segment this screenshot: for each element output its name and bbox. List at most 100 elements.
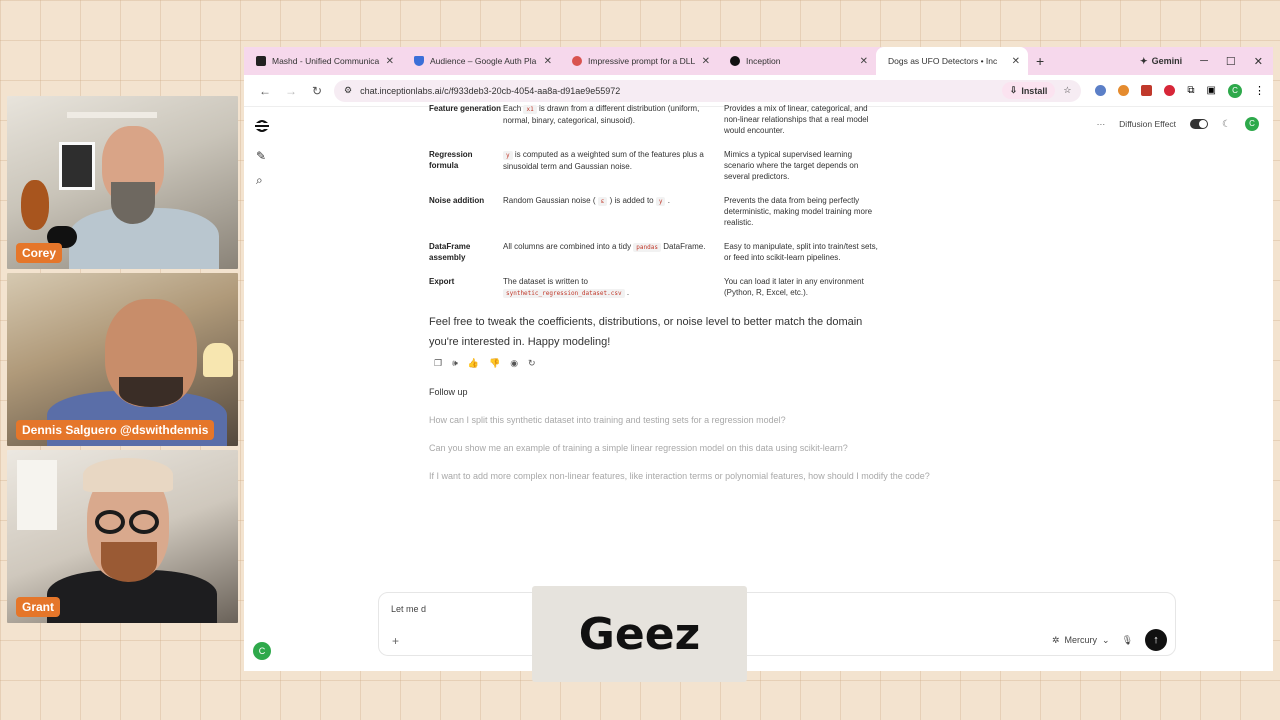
table-cell-description: Random Gaussian noise ( ε ) is added to … xyxy=(503,196,670,206)
table-row: Regression formula y is computed as a we… xyxy=(429,149,884,195)
url-field[interactable]: ⚙ chat.inceptionlabs.ai/c/f933deb3-20cb-… xyxy=(334,79,1082,102)
table-cell-why: Prevents the data from being perfectly d… xyxy=(724,196,873,227)
copy-icon[interactable]: ❐ xyxy=(434,358,442,369)
tab-bar: Mashd - Unified Communica ✕ Audience – G… xyxy=(244,47,1273,75)
extension-icon[interactable] xyxy=(1141,85,1153,96)
extension-icon[interactable] xyxy=(1118,85,1130,96)
webcam-corey: Corey xyxy=(7,96,238,269)
table-cell-step: Feature generation xyxy=(429,104,502,113)
webcam-panel: Corey Dennis Salguero @dswithdennis Gran… xyxy=(7,96,238,627)
close-icon[interactable]: ✕ xyxy=(544,56,552,67)
diffusion-toggle[interactable] xyxy=(1190,119,1209,129)
url-text: chat.inceptionlabs.ai/c/f933deb3-20cb-40… xyxy=(360,85,621,96)
tab-mashd[interactable]: Mashd - Unified Communica ✕ xyxy=(244,47,402,75)
extension-icon[interactable] xyxy=(1095,85,1107,96)
sparkle-icon: ✦ xyxy=(1140,55,1148,66)
inception-logo-icon: ✲ xyxy=(1051,634,1060,645)
new-chat-edit-icon[interactable]: ✎ xyxy=(256,149,266,163)
minimize-button[interactable]: ─ xyxy=(1200,55,1208,67)
site-info-icon[interactable]: ⚙ xyxy=(344,85,352,96)
profile-avatar[interactable]: C xyxy=(1228,83,1242,98)
speaker-icon[interactable]: 🕪 xyxy=(452,358,458,369)
participant-name-tag: Dennis Salguero @dswithdennis xyxy=(16,420,215,440)
table-row: Feature generation Each x1 is drawn from… xyxy=(429,103,884,149)
bookmark-star-icon[interactable]: ☆ xyxy=(1063,85,1071,96)
inception-logo-icon[interactable] xyxy=(253,117,271,135)
tab-inception[interactable]: Inception ✕ xyxy=(718,47,876,75)
followup-title: Follow up xyxy=(429,387,468,397)
left-rail: ✎ ⌕ C xyxy=(244,107,280,671)
thumbs-down-icon[interactable]: 👎 xyxy=(489,358,500,369)
browser-window: Mashd - Unified Communica ✕ Audience – G… xyxy=(244,47,1273,671)
play-icon[interactable]: ◉ xyxy=(510,358,518,369)
participant-name-tag: Corey xyxy=(16,243,63,263)
table-row: DataFrame assembly All columns are combi… xyxy=(429,241,884,276)
search-icon[interactable]: ⌕ xyxy=(256,173,263,188)
moon-icon[interactable]: ☾ xyxy=(1222,119,1231,130)
attach-plus-icon[interactable]: + xyxy=(392,634,399,648)
message-actions: ❐ 🕪 👍 👎 ◉ ↻ xyxy=(434,358,1049,369)
summary-table: Feature generation Each x1 is drawn from… xyxy=(429,103,884,312)
inception-favicon-icon xyxy=(730,56,740,66)
message-content: Feature generation Each x1 is drawn from… xyxy=(429,104,1049,481)
table-cell-step: Export xyxy=(429,277,455,286)
gemini-button[interactable]: ✦ Gemini xyxy=(1140,56,1182,67)
close-icon[interactable]: ✕ xyxy=(702,56,710,67)
followup-suggestion[interactable]: If I want to add more complex non-linear… xyxy=(429,471,1049,481)
close-icon[interactable]: ✕ xyxy=(860,56,868,67)
extensions-area: ⧉ ▣ C ⋮ xyxy=(1095,83,1265,98)
thumbs-up-icon[interactable]: 👍 xyxy=(468,358,479,369)
closing-paragraph: Feel free to tweak the coefficients, dis… xyxy=(429,316,863,348)
table-cell-why: You can load it later in any environment… xyxy=(724,277,864,297)
table-cell-why: Easy to manipulate, split into train/tes… xyxy=(724,242,878,262)
table-cell-why: Provides a mix of linear, categorical, a… xyxy=(724,104,869,135)
diffusion-label: Diffusion Effect xyxy=(1119,119,1177,129)
reload-button[interactable]: ↻ xyxy=(304,84,330,98)
mashd-favicon-icon xyxy=(256,56,266,66)
new-tab-button[interactable]: + xyxy=(1028,53,1052,69)
tab-audience[interactable]: Audience – Google Auth Pla ✕ xyxy=(402,47,560,75)
install-icon: ⇩ xyxy=(1009,85,1018,95)
top-controls: ··· Diffusion Effect ☾ C xyxy=(1097,117,1259,131)
message-composer[interactable]: Let me d + ✲ Mercury ⌄ 🎙 ↑ xyxy=(378,592,1176,656)
tab-search-icon[interactable]: ▣ xyxy=(1207,85,1216,96)
tab-dogs-ufo[interactable]: Dogs as UFO Detectors • Inc ✕ xyxy=(876,47,1028,75)
followup-suggestion[interactable]: Can you show me an example of training a… xyxy=(429,443,1049,453)
table-cell-description: Each x1 is drawn from a different distri… xyxy=(503,104,700,125)
user-avatar[interactable]: C xyxy=(253,642,271,660)
table-row: Noise addition Random Gaussian noise ( ε… xyxy=(429,195,884,241)
webcam-grant: Grant xyxy=(7,450,238,623)
webcam-dennis: Dennis Salguero @dswithdennis xyxy=(7,273,238,446)
maximize-button[interactable]: ☐ xyxy=(1226,55,1236,68)
table-row: Export The dataset is written to synthet… xyxy=(429,276,884,312)
chat-app: ✎ ⌕ C ··· Diffusion Effect ☾ C Feature g… xyxy=(244,104,1273,671)
model-selector[interactable]: ✲ Mercury ⌄ xyxy=(1052,635,1110,646)
table-cell-step: Noise addition xyxy=(429,196,485,205)
followup-suggestion[interactable]: How can I split this synthetic dataset i… xyxy=(429,415,1049,425)
shield-icon xyxy=(414,56,424,66)
more-options-icon[interactable]: ··· xyxy=(1097,119,1106,129)
composer-input[interactable]: Let me d xyxy=(391,604,426,614)
extension-icon[interactable] xyxy=(1164,85,1176,96)
table-cell-step: Regression formula xyxy=(429,150,473,170)
claude-favicon-icon xyxy=(572,56,582,66)
puzzle-icon[interactable]: ⧉ xyxy=(1187,85,1194,96)
chevron-down-icon: ⌄ xyxy=(1102,634,1110,645)
caption-overlay: Geez xyxy=(532,586,747,682)
menu-kebab-icon[interactable]: ⋮ xyxy=(1254,84,1265,97)
window-close-button[interactable]: ✕ xyxy=(1254,55,1263,68)
close-icon[interactable]: ✕ xyxy=(386,56,394,67)
send-button[interactable]: ↑ xyxy=(1145,629,1167,651)
table-cell-why: Mimics a typical supervised learning sce… xyxy=(724,150,859,181)
back-button[interactable]: ← xyxy=(252,84,278,98)
tab-impressive-prompt[interactable]: Impressive prompt for a DLL ✕ xyxy=(560,47,718,75)
participant-name-tag: Grant xyxy=(16,597,61,617)
install-button[interactable]: ⇩ Install xyxy=(1001,82,1056,99)
user-avatar[interactable]: C xyxy=(1245,117,1259,131)
forward-button[interactable]: → xyxy=(278,84,304,98)
table-cell-step: DataFrame assembly xyxy=(429,242,471,262)
regenerate-icon[interactable]: ↻ xyxy=(528,358,536,369)
close-icon[interactable]: ✕ xyxy=(1012,56,1020,67)
table-cell-description: y is computed as a weighted sum of the f… xyxy=(503,150,704,171)
microphone-icon[interactable]: 🎙 xyxy=(1122,635,1133,646)
